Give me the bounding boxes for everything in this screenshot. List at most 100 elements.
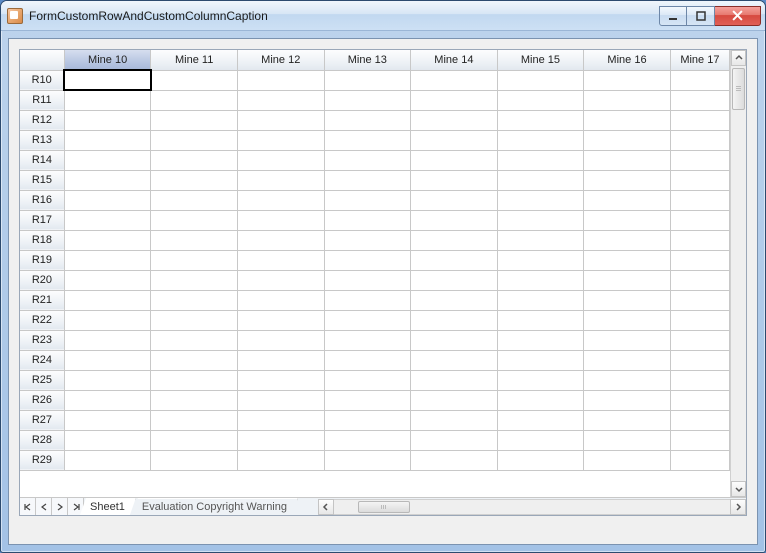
cell[interactable] [324,450,411,470]
cell[interactable] [237,170,324,190]
row-header[interactable]: R26 [20,390,64,410]
cell[interactable] [64,290,151,310]
cell[interactable] [411,310,498,330]
cell[interactable] [151,250,238,270]
cell[interactable] [497,450,584,470]
cell[interactable] [237,90,324,110]
cell[interactable] [584,110,671,130]
cell[interactable] [324,410,411,430]
row-header[interactable]: R21 [20,290,64,310]
cell[interactable] [670,310,729,330]
cell[interactable] [64,190,151,210]
cell[interactable] [584,350,671,370]
cell[interactable] [584,430,671,450]
cell[interactable] [64,330,151,350]
cell[interactable] [324,210,411,230]
vertical-scroll-thumb[interactable] [732,68,745,110]
cell[interactable] [411,230,498,250]
cell[interactable] [151,390,238,410]
cell[interactable] [237,290,324,310]
cell[interactable] [497,170,584,190]
cell[interactable] [411,410,498,430]
cell[interactable] [151,210,238,230]
cell[interactable] [584,130,671,150]
cell[interactable] [411,110,498,130]
cell[interactable] [670,110,729,130]
sheet-tab-warning[interactable]: Evaluation Copyright Warning [132,498,298,515]
cell[interactable] [64,270,151,290]
cell[interactable] [64,210,151,230]
cell[interactable] [411,170,498,190]
titlebar[interactable]: FormCustomRowAndCustomColumnCaption [1,1,765,31]
cell[interactable] [64,170,151,190]
cell[interactable] [324,350,411,370]
cell[interactable] [151,450,238,470]
cell[interactable] [411,370,498,390]
cell[interactable] [151,130,238,150]
cell[interactable] [670,410,729,430]
cell[interactable] [237,270,324,290]
cell[interactable] [497,130,584,150]
cell[interactable] [64,110,151,130]
cell[interactable] [497,430,584,450]
cell[interactable] [237,390,324,410]
maximize-button[interactable] [687,6,715,26]
cell[interactable] [670,230,729,250]
cell[interactable] [64,370,151,390]
cell[interactable] [497,150,584,170]
cell[interactable] [411,130,498,150]
row-header[interactable]: R13 [20,130,64,150]
scroll-up-button[interactable] [731,50,746,66]
cell[interactable] [324,290,411,310]
cell[interactable] [670,290,729,310]
cell[interactable] [324,270,411,290]
cell[interactable] [151,110,238,130]
cell[interactable] [584,410,671,430]
grid-viewport[interactable]: Mine 10Mine 11Mine 12Mine 13Mine 14Mine … [20,50,746,497]
row-header[interactable]: R14 [20,150,64,170]
cell[interactable] [497,350,584,370]
cell[interactable] [237,190,324,210]
cell[interactable] [237,430,324,450]
row-header[interactable]: R19 [20,250,64,270]
cell[interactable] [584,230,671,250]
cell[interactable] [237,450,324,470]
cell[interactable] [64,430,151,450]
tab-nav-prev[interactable] [36,498,52,515]
cell[interactable] [64,350,151,370]
cell[interactable] [324,190,411,210]
cell[interactable] [670,190,729,210]
column-header[interactable]: Mine 16 [584,50,671,70]
cell[interactable] [151,430,238,450]
cell[interactable] [324,170,411,190]
cell[interactable] [584,370,671,390]
scroll-left-button[interactable] [318,499,334,515]
column-header[interactable]: Mine 12 [237,50,324,70]
cell[interactable] [670,90,729,110]
cell[interactable] [237,230,324,250]
cell[interactable] [151,370,238,390]
corner-header[interactable] [20,50,64,70]
scroll-right-button[interactable] [730,499,746,515]
cell[interactable] [64,410,151,430]
cell[interactable] [237,410,324,430]
grid[interactable]: Mine 10Mine 11Mine 12Mine 13Mine 14Mine … [20,50,730,471]
cell[interactable] [151,270,238,290]
cell[interactable] [411,70,498,90]
cell[interactable] [584,270,671,290]
cell[interactable] [64,130,151,150]
cell[interactable] [497,330,584,350]
row-header[interactable]: R11 [20,90,64,110]
cell[interactable] [497,390,584,410]
cell[interactable] [237,310,324,330]
row-header[interactable]: R10 [20,70,64,90]
row-header[interactable]: R20 [20,270,64,290]
cell[interactable] [670,430,729,450]
cell[interactable] [497,270,584,290]
cell[interactable] [324,230,411,250]
cell[interactable] [670,150,729,170]
cell[interactable] [411,290,498,310]
cell[interactable] [64,150,151,170]
cell[interactable] [151,410,238,430]
cell[interactable] [411,350,498,370]
